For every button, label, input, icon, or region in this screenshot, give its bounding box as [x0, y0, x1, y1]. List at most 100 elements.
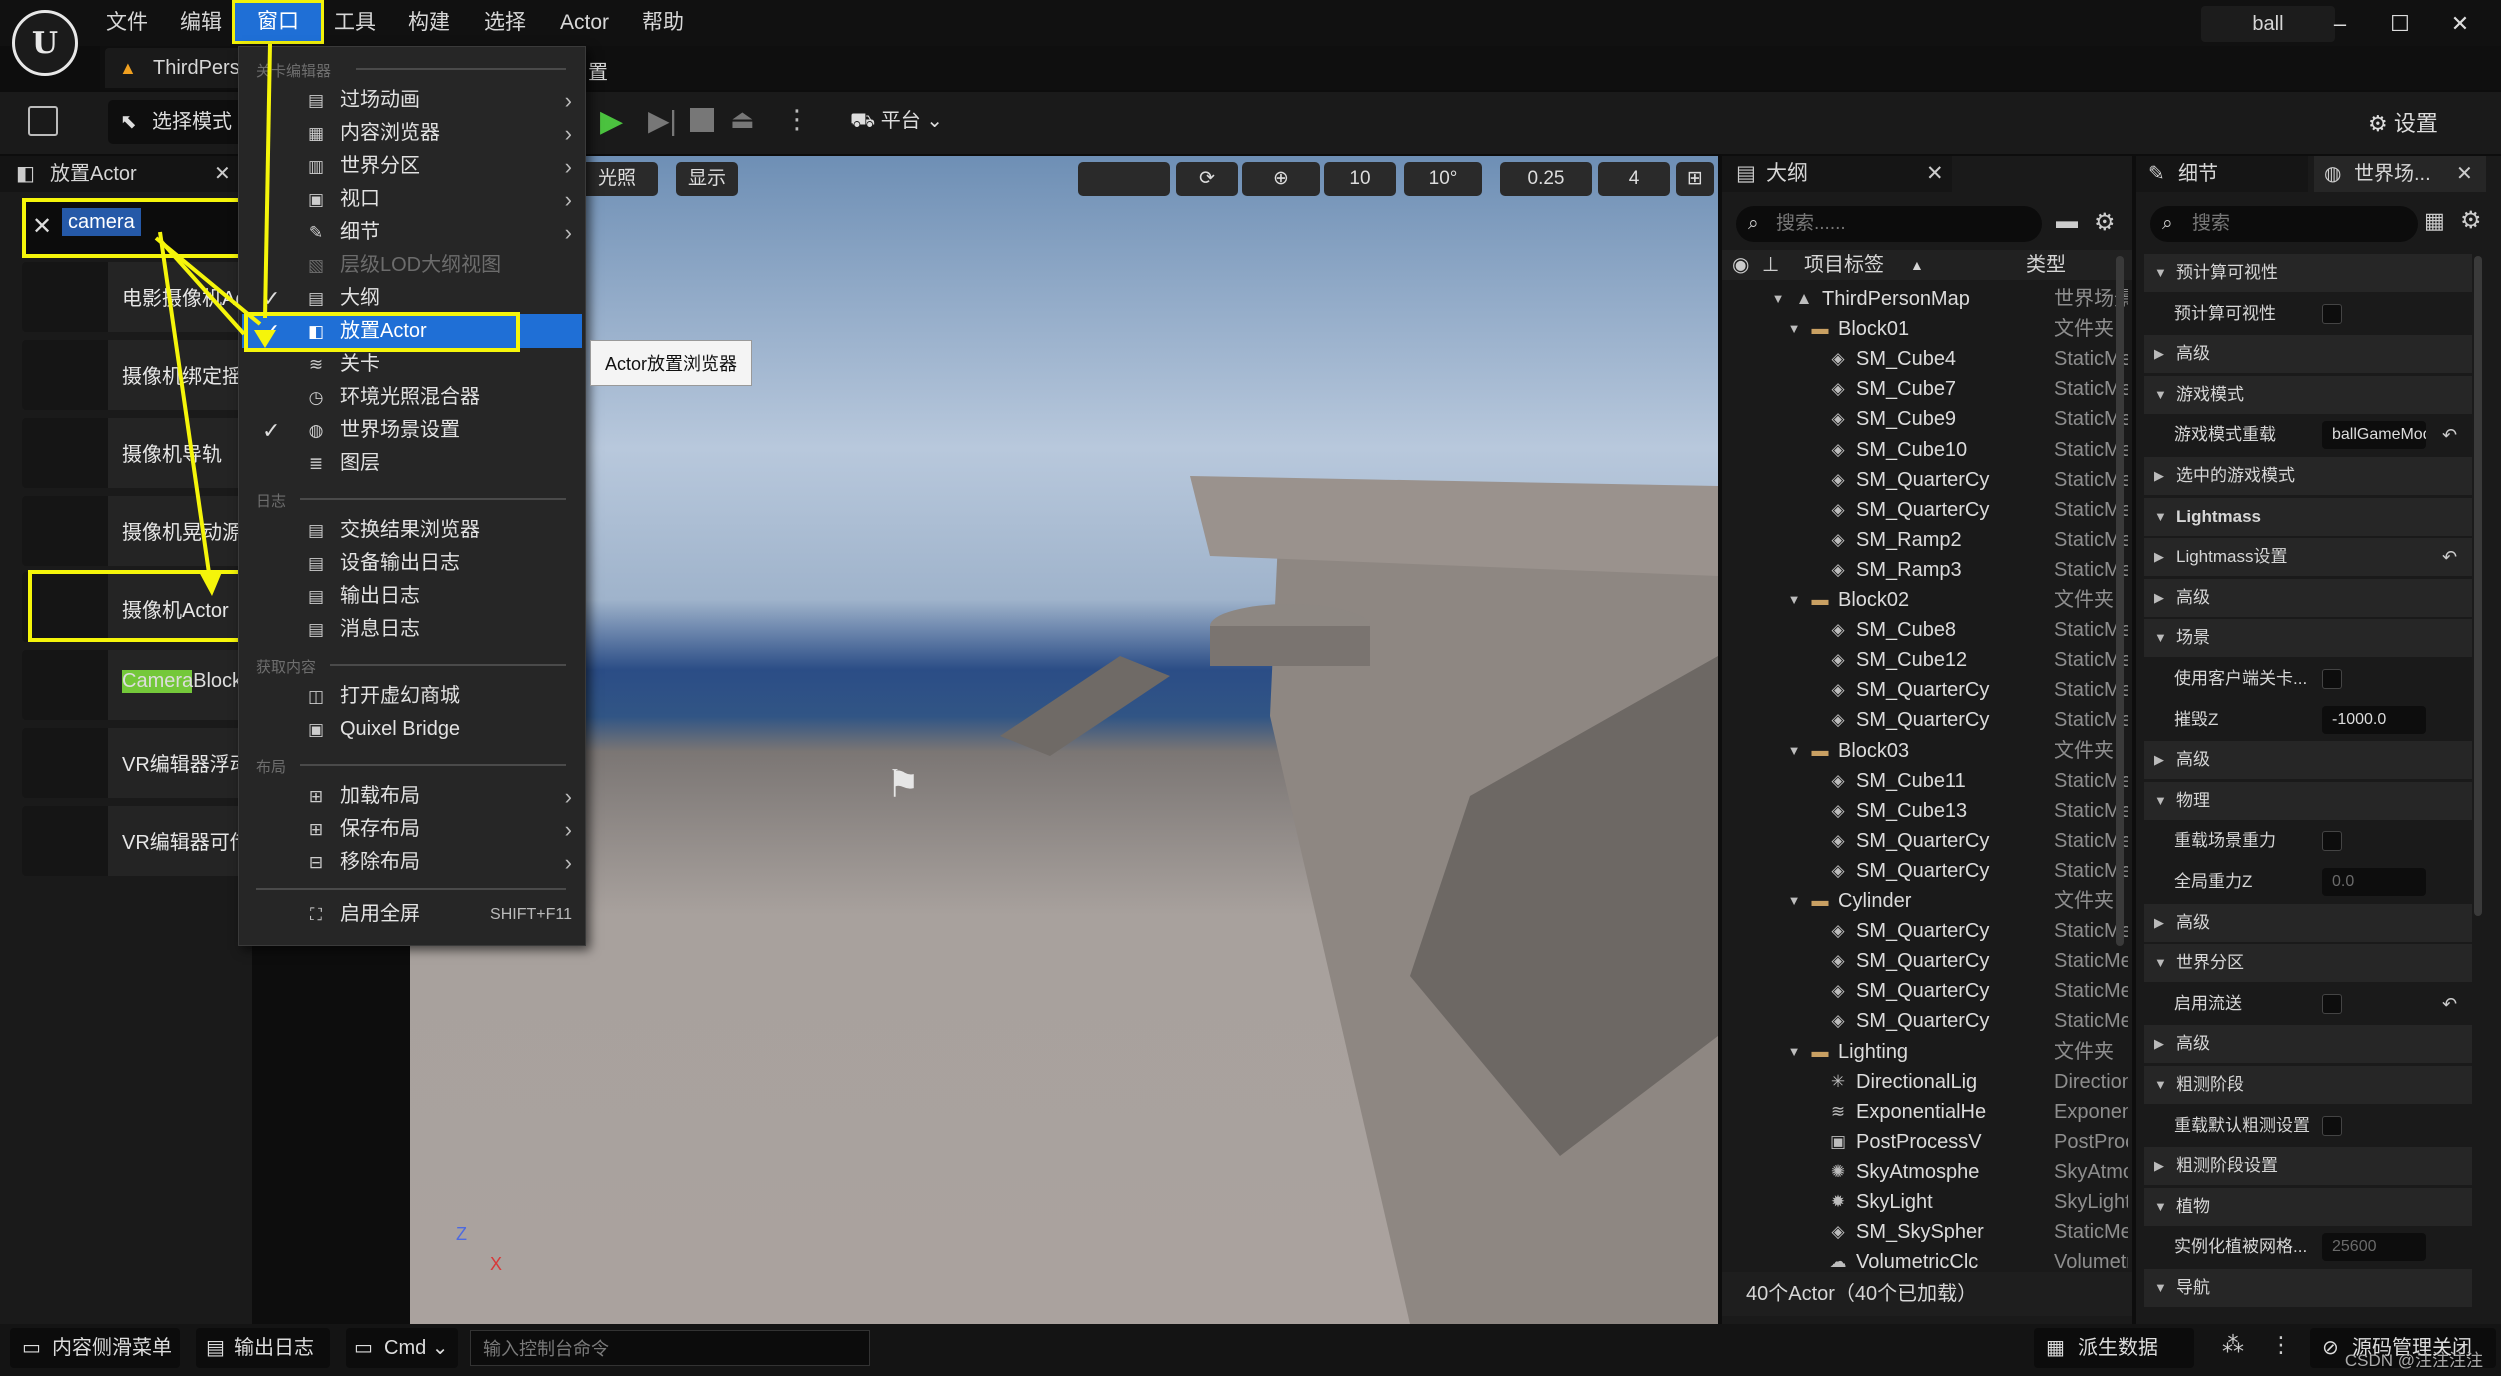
outliner-row[interactable]: ✺ SkyAtmosphe SkyAtmo	[1722, 1157, 2132, 1187]
outliner-row[interactable]: ▼ ▬ Block03 文件夹	[1722, 736, 2132, 766]
chevron-right-icon[interactable]: ▶	[2154, 579, 2164, 617]
details-category[interactable]: ▼ 导航	[2144, 1269, 2472, 1307]
outliner-row[interactable]: ◈ SM_QuarterCy StaticMe	[1722, 465, 2132, 495]
outliner-row[interactable]: ▼ ▬ Cylinder 文件夹	[1722, 886, 2132, 916]
chevron-right-icon[interactable]: ▶	[2154, 335, 2164, 373]
expand-chevron-icon[interactable]: ▼	[1784, 741, 1804, 761]
outliner-row[interactable]: ◈ SM_Cube9 StaticMe	[1722, 404, 2132, 434]
details-property[interactable]: 重载场景重力	[2144, 822, 2472, 860]
details-category[interactable]: ▼ 植物	[2144, 1187, 2472, 1226]
table-view-icon[interactable]: ▦	[2424, 208, 2445, 234]
chevron-down-icon[interactable]: ▼	[2154, 498, 2167, 536]
details-category[interactable]: ▼ 物理	[2144, 781, 2472, 820]
property-checkbox[interactable]	[2322, 303, 2342, 324]
details-category[interactable]: ▼ 预计算可视性	[2144, 254, 2472, 292]
outliner-row[interactable]: ▣ PostProcessV PostProc	[1722, 1127, 2132, 1157]
outliner-row[interactable]: ◈ SM_Ramp3 StaticMe	[1722, 555, 2132, 585]
outliner-row[interactable]: ▼ ▬ Lighting 文件夹	[1722, 1037, 2132, 1067]
console-input[interactable]: 输入控制台命令	[470, 1330, 870, 1366]
outliner-row[interactable]: ◈ SM_QuarterCy StaticMe	[1722, 1006, 2132, 1036]
details-category[interactable]: ▶ 高级	[2144, 1025, 2472, 1064]
details-category[interactable]: ▶ 高级	[2144, 903, 2472, 942]
details-category[interactable]: ▼ 世界分区	[2144, 944, 2472, 983]
expand-chevron-icon[interactable]: ▼	[1784, 319, 1804, 339]
outliner-row[interactable]: ◈ SM_QuarterCy StaticMe	[1722, 916, 2132, 946]
outliner-row[interactable]: ◈ SM_SkySpher StaticMe	[1722, 1217, 2132, 1247]
details-property[interactable]: 摧毁Z -1000.0	[2144, 701, 2472, 739]
details-search-input[interactable]: ⌕ 搜索	[2150, 206, 2418, 242]
details-scrollbar[interactable]	[2474, 256, 2482, 916]
outliner-search-input[interactable]: ⌕ 搜索......	[1736, 206, 2042, 242]
property-value-input[interactable]: ballGameMode	[2322, 421, 2426, 450]
details-category[interactable]: ▶ 高级	[2144, 578, 2472, 617]
details-category[interactable]: ▶ Lightmass设置 ↶	[2144, 538, 2472, 577]
outliner-row[interactable]: ◈ SM_Ramp2 StaticMe	[1722, 525, 2132, 555]
details-category[interactable]: ▶ 粗测阶段设置	[2144, 1147, 2472, 1186]
chevron-right-icon[interactable]: ▶	[2154, 1147, 2164, 1185]
details-category[interactable]: ▼ 游戏模式	[2144, 375, 2472, 414]
property-value-input[interactable]: -1000.0	[2322, 705, 2426, 734]
outliner-row[interactable]: ◈ SM_QuarterCy StaticMe	[1722, 856, 2132, 886]
details-property[interactable]: 启用流送 ↶	[2144, 985, 2472, 1023]
col-item-label[interactable]: 项目标签	[1804, 250, 1884, 280]
outliner-row[interactable]: ◈ SM_Cube7 StaticMe	[1722, 374, 2132, 404]
chevron-right-icon[interactable]: ▶	[2154, 1025, 2164, 1063]
property-checkbox[interactable]	[2322, 1115, 2342, 1136]
details-property[interactable]: 重载默认粗测设置	[2144, 1107, 2472, 1145]
outliner-row[interactable]: ◈ SM_Cube10 StaticMe	[1722, 435, 2132, 465]
outliner-row[interactable]: ✹ SkyLight SkyLight	[1722, 1187, 2132, 1217]
output-log-button[interactable]: ▤ 输出日志	[196, 1328, 330, 1368]
property-checkbox[interactable]	[2322, 831, 2342, 852]
settings-gear-icon[interactable]: ⚙	[2094, 208, 2116, 237]
outliner-tab[interactable]: ▤ 大纲 ✕	[1722, 156, 1952, 192]
outliner-row[interactable]: ◈ SM_Cube4 StaticMe	[1722, 344, 2132, 374]
outliner-row[interactable]: ◈ SM_QuarterCy StaticMe	[1722, 705, 2132, 735]
details-category[interactable]: ▼ Lightmass	[2144, 497, 2472, 536]
source-control-icon[interactable]: ⁂	[2222, 1332, 2244, 1358]
close-icon[interactable]: ✕	[1926, 156, 1944, 192]
outliner-row[interactable]: ◈ SM_QuarterCy StaticMe	[1722, 826, 2132, 856]
reset-to-default-icon[interactable]: ↶	[2442, 985, 2457, 1023]
outliner-row[interactable]: ◈ SM_Cube12 StaticMe	[1722, 645, 2132, 675]
chevron-down-icon[interactable]: ▼	[2154, 619, 2167, 657]
details-category[interactable]: ▶ 选中的游戏模式	[2144, 457, 2472, 495]
add-folder-icon[interactable]: ▬	[2056, 208, 2078, 234]
chevron-down-icon[interactable]: ▼	[2154, 944, 2167, 982]
property-checkbox[interactable]	[2322, 669, 2342, 689]
details-property[interactable]: 实例化植被网格... 25600	[2144, 1228, 2472, 1266]
details-category[interactable]: ▼ 场景	[2144, 619, 2472, 658]
visibility-eye-icon[interactable]: ◉	[1732, 250, 1749, 280]
details-property[interactable]: 全局重力Z 0.0	[2144, 863, 2472, 901]
outliner-row[interactable]: ◈ SM_QuarterCy StaticMe	[1722, 675, 2132, 705]
outliner-row[interactable]: ≋ ExponentialHe Exponent	[1722, 1097, 2132, 1127]
outliner-row[interactable]: ◈ SM_Cube13 StaticMe	[1722, 796, 2132, 826]
details-property[interactable]: 游戏模式重载 ballGameMode ↶	[2144, 416, 2472, 454]
outliner-row[interactable]: ◈ SM_Cube11 StaticMe	[1722, 766, 2132, 796]
reset-to-default-icon[interactable]: ↶	[2442, 538, 2457, 576]
chevron-down-icon[interactable]: ▼	[2154, 1188, 2167, 1226]
details-category[interactable]: ▼ 粗测阶段	[2144, 1066, 2472, 1104]
col-type[interactable]: 类型	[2026, 250, 2066, 280]
outliner-row[interactable]: ✳ DirectionalLig Direction	[1722, 1067, 2132, 1097]
details-property[interactable]: 预计算可视性	[2144, 295, 2472, 333]
details-category[interactable]: ▶ 高级	[2144, 741, 2472, 780]
settings-gear-icon[interactable]: ⚙	[2460, 206, 2482, 235]
chevron-down-icon[interactable]: ▼	[2154, 376, 2167, 414]
chevron-down-icon[interactable]: ▼	[2154, 1269, 2167, 1307]
world-settings-tab[interactable]: ◍ 世界场... ✕	[2314, 156, 2486, 192]
more-icon[interactable]: ⋮	[2270, 1332, 2292, 1358]
chevron-right-icon[interactable]: ▶	[2154, 741, 2164, 779]
outliner-row[interactable]: ◈ SM_QuarterCy StaticMe	[1722, 946, 2132, 976]
details-property[interactable]: 使用客户端关卡...	[2144, 660, 2472, 698]
cmd-dropdown[interactable]: ▭ Cmd ⌄	[346, 1328, 458, 1368]
outliner-row[interactable]: ◈ SM_QuarterCy StaticMe	[1722, 495, 2132, 525]
expand-chevron-icon[interactable]: ▼	[1784, 891, 1804, 911]
outliner-scrollbar[interactable]	[2116, 256, 2124, 946]
expand-chevron-icon[interactable]: ▼	[1768, 289, 1788, 309]
expand-chevron-icon[interactable]: ▼	[1784, 1042, 1804, 1062]
chevron-down-icon[interactable]: ▼	[2154, 1066, 2167, 1104]
pin-icon[interactable]: ⊥	[1762, 250, 1779, 280]
chevron-down-icon[interactable]: ▼	[2154, 254, 2167, 292]
derived-data-button[interactable]: ▦ 派生数据	[2034, 1328, 2194, 1368]
chevron-right-icon[interactable]: ▶	[2154, 904, 2164, 942]
